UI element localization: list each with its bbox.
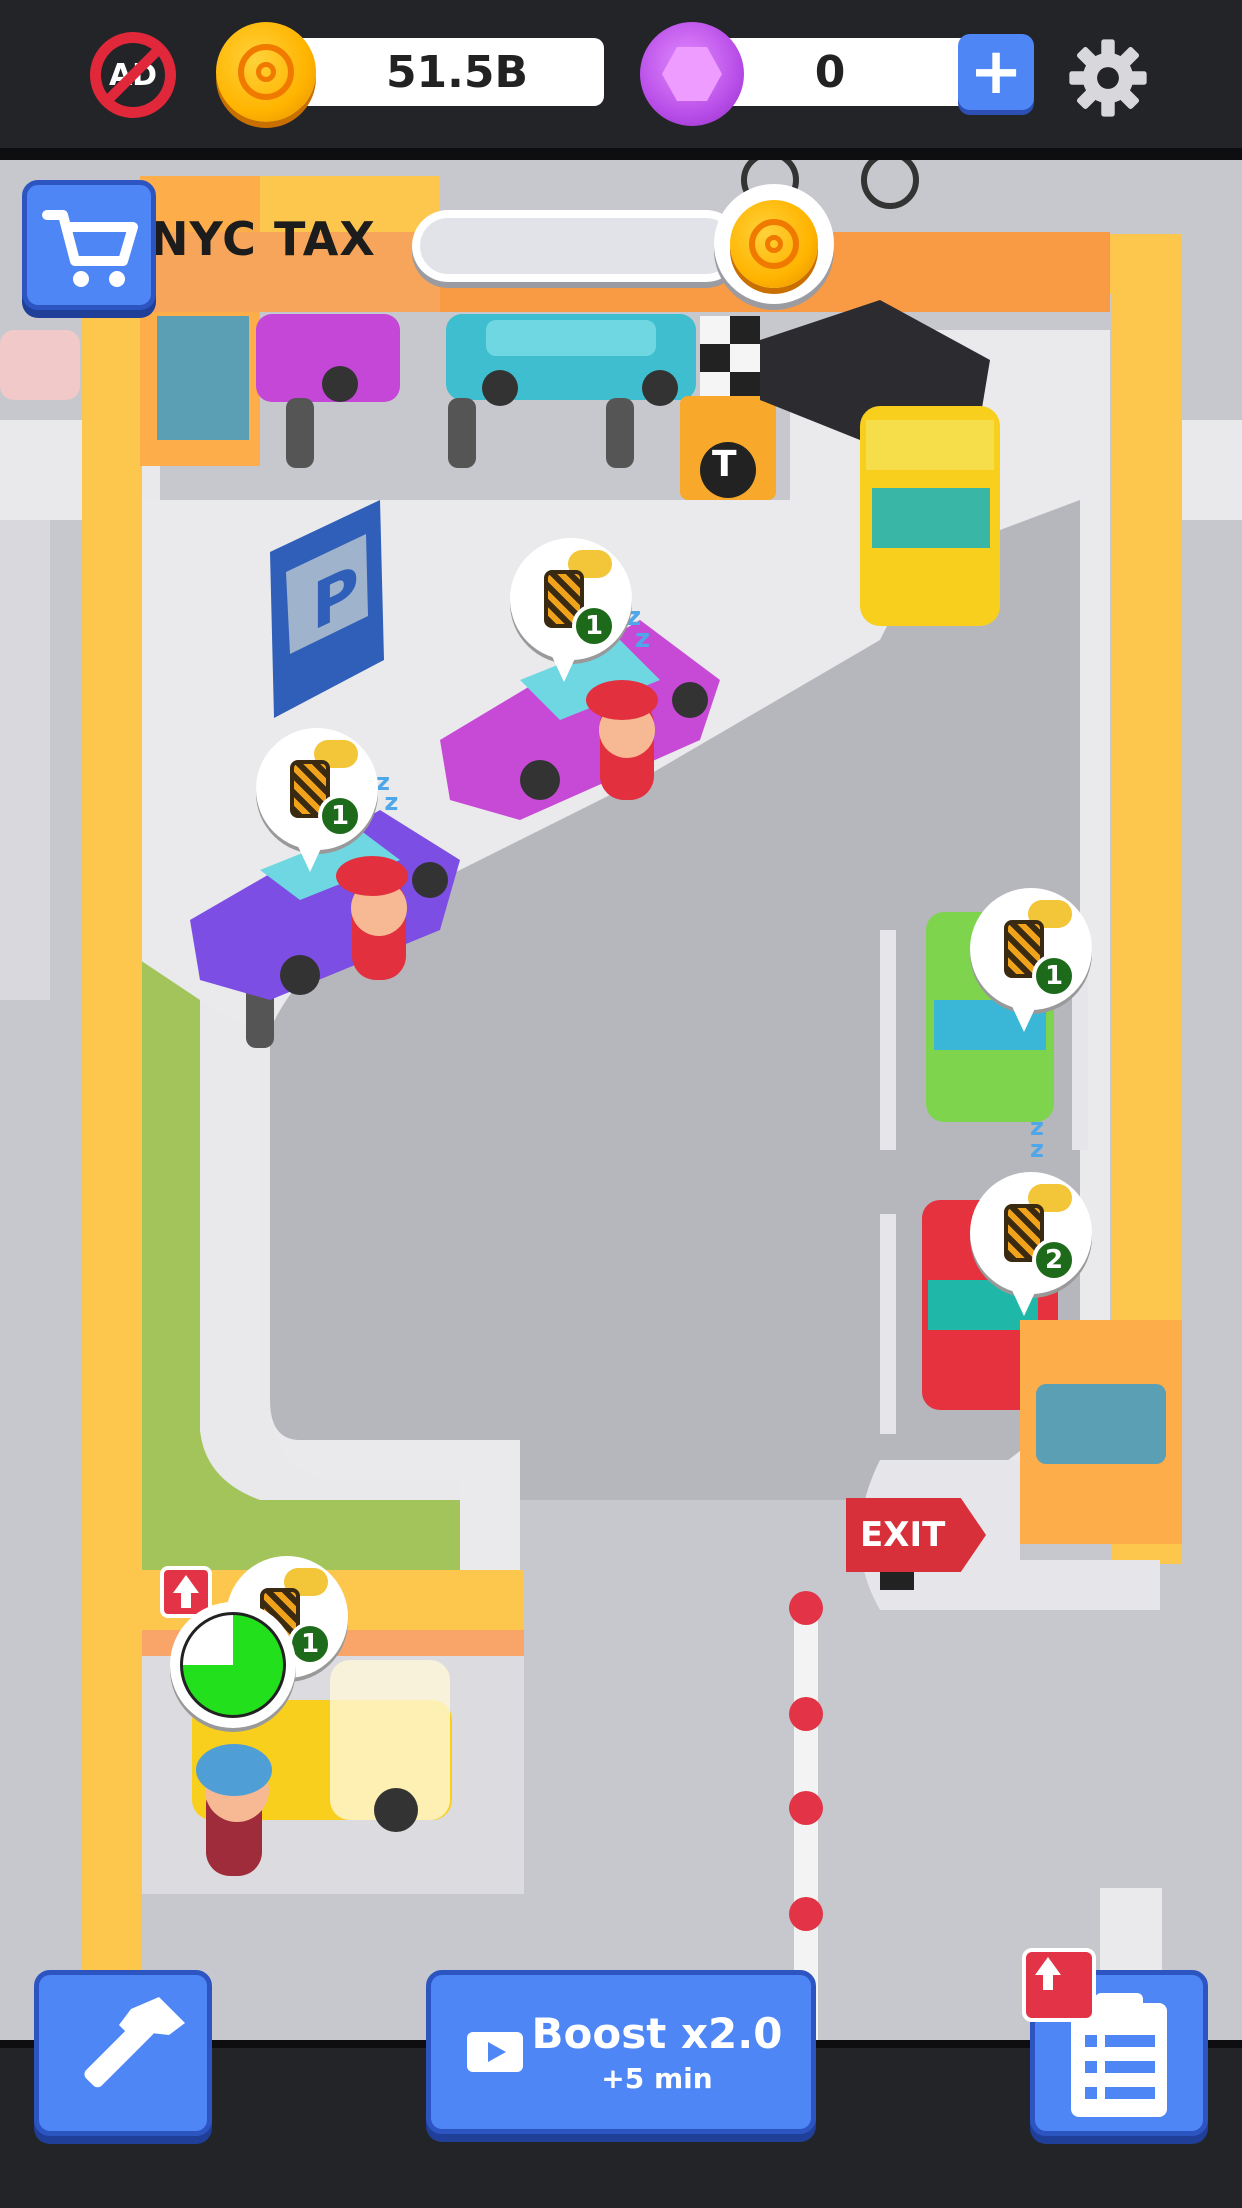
hud-divider [0,148,1242,160]
exit-sign: EXIT [846,1498,986,1572]
sleep-zzz-purple: z z [376,768,399,816]
progress-track [420,218,734,274]
paint-count: 2 [1032,1238,1076,1282]
depot-progress-bar [412,210,742,282]
paint-order-bubble-magenta[interactable]: 1 [510,538,632,682]
sleep-zzz-green: zz [1030,1113,1044,1163]
gem-amount: 0 [814,46,846,98]
coin-icon [216,22,316,122]
game-field[interactable]: z z z z zz [0,160,1242,2048]
depot-logo: NYC TAX [150,212,376,266]
no-ads-icon: AD [99,41,167,109]
video-ad-icon [467,2032,523,2072]
cart-icon [42,210,138,287]
paint-timer-pie [180,1612,286,1718]
gem-icon [640,22,744,126]
paint-order-bubble-red[interactable]: 2 [970,1172,1092,1316]
paint-timer [170,1602,296,1728]
paint-order-bubble-green[interactable]: 1 [970,888,1092,1032]
add-gems-button[interactable]: + [958,34,1034,110]
build-button[interactable] [34,1970,212,2136]
exit-label: EXIT [860,1515,946,1555]
boost-button[interactable]: Boost x2.0 +5 min [426,1970,816,2134]
boost-subtitle: +5 min [601,2062,713,2095]
tasks-alert-icon [1022,1948,1096,2022]
plus-icon: + [969,35,1023,109]
shop-cart-button[interactable] [22,180,156,310]
exit-sign-post [880,1572,914,1590]
paint-count: 1 [572,604,616,648]
progress-reward [714,184,834,304]
coin-amount: 51.5B [385,46,529,98]
paint-count: 1 [318,794,362,838]
paint-order-bubble-purple[interactable]: 1 [256,728,378,872]
remove-ads-button[interactable]: AD [90,32,176,118]
paint-count: 1 [1032,954,1076,998]
coin-counter: 51.5B [270,38,604,106]
top-hud [0,0,1242,150]
hammer-icon [84,1997,185,2088]
progress-coin-icon [730,200,818,288]
settings-gear-icon[interactable] [1066,36,1150,120]
parking-lot-scene [0,160,1242,2048]
boost-title: Boost x2.0 [531,2009,783,2058]
taxi-sign-letter: T [712,444,737,485]
